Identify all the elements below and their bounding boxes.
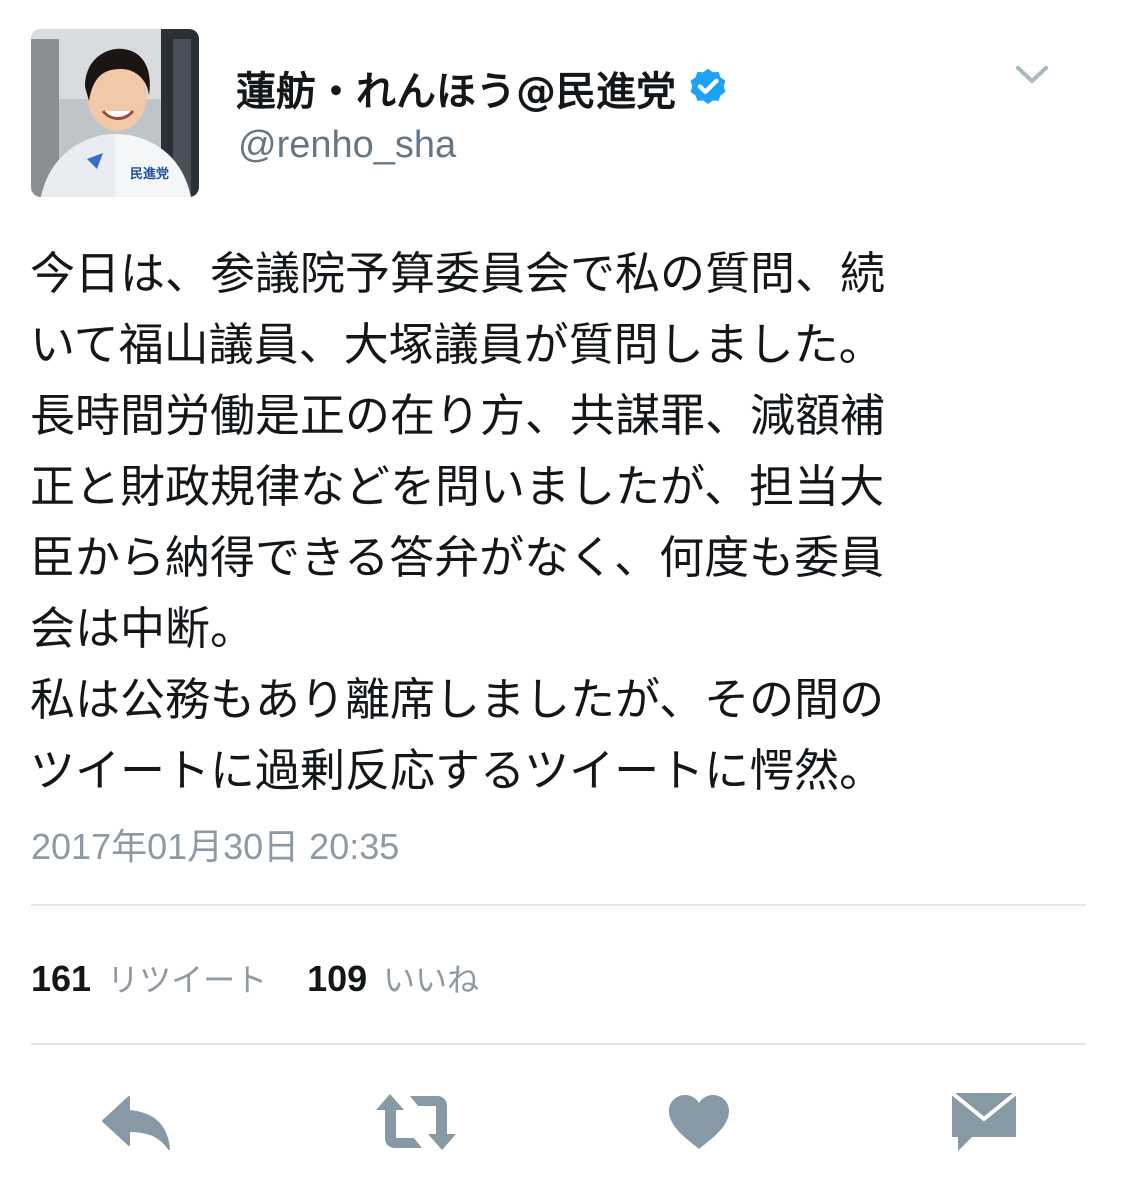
display-name[interactable]: 蓮舫・れんほう@民進党: [236, 59, 676, 117]
more-options-button[interactable]: [1010, 58, 1054, 92]
retweet-count: 161: [31, 958, 92, 999]
tweet-text-line: 長時間労働是正の在り方、共謀罪、減額補: [30, 389, 886, 442]
action-bar: [0, 1080, 1123, 1170]
tweet-text-line: ツイートに過剰反応するツイートに愕然。: [30, 744, 885, 797]
like-count: 109: [307, 958, 368, 999]
heart-icon: [669, 1095, 729, 1149]
tweet-text-line: 私は公務もあり離席しましたが、その間の: [30, 673, 885, 726]
verified-badge-icon: [686, 66, 730, 110]
like-label: いいね: [383, 961, 480, 999]
profile-photo-icon: 民進党: [31, 29, 199, 197]
divider: [31, 1043, 1086, 1045]
avatar-badge-text: 民進党: [130, 166, 169, 182]
direct-message-button[interactable]: [942, 1080, 1026, 1164]
avatar[interactable]: 民進党: [31, 29, 199, 197]
reply-icon: [102, 1096, 170, 1150]
like-button[interactable]: [657, 1080, 741, 1164]
tweet-text-line: 臣から納得できる答弁がなく、何度も委員: [30, 531, 885, 584]
tweet-text-line: 会は中断。: [30, 602, 256, 655]
tweet-detail: 民進党 蓮舫・れんほう@民進党 @renho_sha 今日は、参議院予算委員会で…: [0, 0, 1123, 1200]
like-stat[interactable]: 109 いいね: [307, 955, 479, 1001]
retweet-button[interactable]: [374, 1080, 458, 1164]
tweet-stats: 161 リツイート 109 いいね: [31, 950, 479, 1006]
tweet-text-line: 正と財政規律などを問いましたが、担当大: [30, 460, 885, 513]
retweet-label: リツイート: [107, 961, 268, 999]
reply-button[interactable]: [94, 1080, 178, 1164]
envelope-icon: [950, 1091, 1018, 1151]
retweet-icon: [376, 1094, 456, 1150]
tweet-timestamp[interactable]: 2017年01月30日 20:35: [31, 818, 399, 870]
tweet-text-line: 今日は、参議院予算委員会で私の質問、続: [30, 247, 886, 300]
display-name-row: 蓮舫・れんほう@民進党: [236, 58, 730, 118]
user-handle[interactable]: @renho_sha: [238, 124, 456, 167]
chevron-down-icon: [1016, 66, 1048, 83]
tweet-text: 今日は、参議院予算委員会で私の質問、続 いて福山議員、大塚議員が質問しました。 …: [30, 238, 1060, 806]
tweet-text-line: いて福山議員、大塚議員が質問しました。: [30, 318, 884, 371]
retweet-stat[interactable]: 161 リツイート: [31, 955, 267, 1001]
divider: [31, 904, 1086, 906]
